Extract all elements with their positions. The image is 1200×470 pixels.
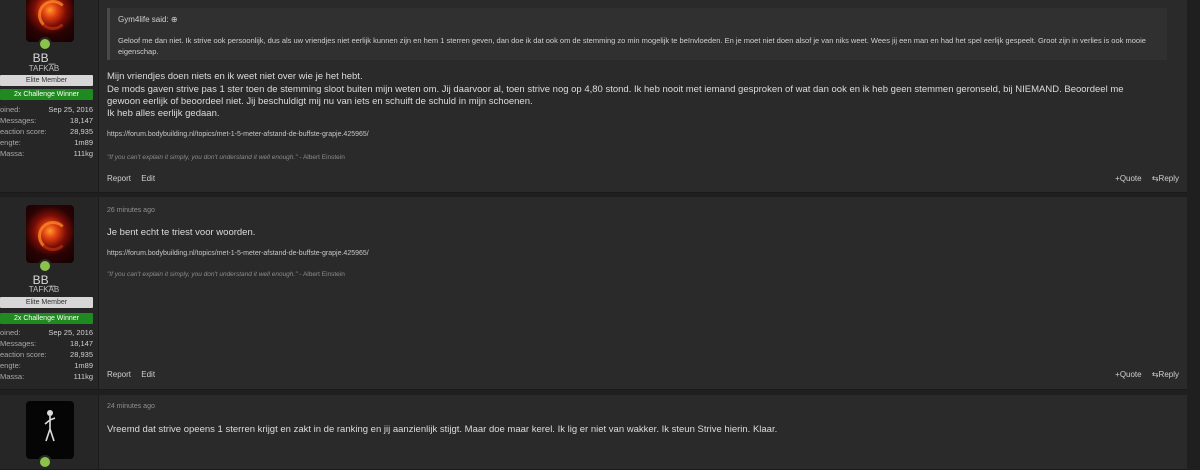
stat-value: 18,147 (70, 116, 93, 125)
username[interactable]: BB_ (0, 51, 88, 65)
elite-member-banner: Elite Member (0, 75, 93, 86)
post-actions-right: +Quote ⇆Reply (1107, 174, 1179, 183)
challenge-winner-banner: 2x Challenge Winner (0, 313, 93, 324)
message-line: Mijn vriendjes doen niets en ik weet nie… (107, 71, 363, 82)
quote-text: Geloof me dan niet. Ik strive ook persoo… (118, 36, 1146, 56)
stat-reaction-score: eaction score: 28,935 (0, 126, 93, 137)
stat-mass: Massa: 111kg (0, 371, 93, 382)
post-2: BB_ TAFKAB Elite Member 2x Challenge Win… (0, 197, 1187, 390)
avatar[interactable] (26, 401, 74, 459)
post-actions-left: Report Edit (107, 370, 163, 379)
stat-value: Sep 25, 2016 (48, 328, 93, 337)
post-body: 24 minutes ago Vreemd dat strive opeens … (99, 395, 1187, 469)
signature-author: - Albert Einstein (297, 154, 345, 161)
stat-value: Sep 25, 2016 (48, 105, 93, 114)
stat-value: 111kg (73, 372, 93, 381)
stat-messages: Messages: 18,147 (0, 115, 93, 126)
quote-button[interactable]: +Quote (1115, 174, 1141, 183)
signature-text: "If you can't explain it simply, you don… (107, 154, 298, 161)
post-3: 24 minutes ago Vreemd dat strive opeens … (0, 395, 1187, 470)
stat-messages: Messages: 18,147 (0, 338, 93, 349)
user-title: TAFKAB (28, 285, 60, 294)
stat-label: oined: (0, 105, 21, 114)
user-stats: oined: Sep 25, 2016 Messages: 18,147 eacti… (0, 327, 93, 382)
post-timestamp[interactable]: 26 minutes ago (107, 207, 155, 214)
stat-label: oined: (0, 328, 21, 337)
stat-label: Massa: (0, 372, 25, 381)
user-title: TAFKAB (28, 64, 60, 73)
stat-length: engte: 1m89 (0, 360, 93, 371)
post-timestamp[interactable]: 24 minutes ago (107, 403, 155, 410)
stat-label: Messages: (0, 116, 37, 125)
avatar[interactable] (26, 205, 74, 263)
stat-value: 18,147 (70, 339, 93, 348)
stat-value: 111kg (73, 149, 93, 158)
post-body: Gym4life said: ⊕ Geloof me dan niet. Ik … (99, 0, 1187, 192)
report-button[interactable]: Report (107, 174, 131, 183)
reply-button[interactable]: ⇆Reply (1152, 174, 1179, 183)
signature-link[interactable]: https://forum.bodybuilding.nl/topics/met… (107, 250, 369, 257)
post-body: 26 minutes ago Je bent echt te triest vo… (99, 197, 1187, 389)
user-stats: oined: Sep 25, 2016 Messages: 18,147 eacti… (0, 104, 93, 159)
stat-reaction-score: eaction score: 28,935 (0, 349, 93, 360)
elite-member-banner: Elite Member (0, 297, 93, 308)
edit-button[interactable]: Edit (141, 370, 155, 379)
message-line: gewoon eerlijk of beoordeel niet. Jij be… (107, 96, 533, 107)
stat-label: Massa: (0, 149, 25, 158)
stat-label: engte: (0, 361, 21, 370)
online-status-icon (38, 455, 52, 469)
stat-label: engte: (0, 138, 21, 147)
stat-value: 28,935 (70, 127, 93, 136)
signature-text: "If you can't explain it simply, you don… (107, 271, 298, 278)
quote-button[interactable]: +Quote (1115, 370, 1141, 379)
message-line: Ik heb alles eerlijk gedaan. (107, 108, 220, 119)
signature-link[interactable]: https://forum.bodybuilding.nl/topics/met… (107, 131, 369, 138)
stat-value: 1m89 (74, 361, 93, 370)
stat-label: Messages: (0, 339, 37, 348)
stat-joined: oined: Sep 25, 2016 (0, 104, 93, 115)
stat-label: eaction score: (0, 350, 47, 359)
quote-block: Gym4life said: ⊕ Geloof me dan niet. Ik … (107, 8, 1167, 60)
edit-button[interactable]: Edit (141, 174, 155, 183)
post-1: BB_ TAFKAB Elite Member 2x Challenge Win… (0, 0, 1187, 193)
stat-label: eaction score: (0, 127, 47, 136)
challenge-winner-banner: 2x Challenge Winner (0, 89, 93, 100)
post-actions-left: Report Edit (107, 174, 163, 183)
report-button[interactable]: Report (107, 370, 131, 379)
message-line: De mods gaven strive pas 1 ster toen de … (107, 84, 1124, 95)
user-sidebar: BB_ TAFKAB Elite Member 2x Challenge Win… (0, 197, 99, 389)
user-sidebar (0, 395, 99, 469)
message-line: Je bent echt te triest voor woorden. (107, 227, 256, 238)
figure-icon (44, 410, 56, 442)
signature-quote: "If you can't explain it simply, you don… (107, 154, 345, 161)
scrollbar[interactable] (1187, 0, 1200, 469)
stat-joined: oined: Sep 25, 2016 (0, 327, 93, 338)
avatar[interactable] (26, 0, 74, 42)
stat-length: engte: 1m89 (0, 137, 93, 148)
stat-value: 28,935 (70, 350, 93, 359)
signature-author: - Albert Einstein (297, 271, 345, 278)
online-status-icon (38, 259, 52, 273)
message-line: Vreemd dat strive opeens 1 sterren krijg… (107, 424, 778, 435)
reply-button[interactable]: ⇆Reply (1152, 370, 1179, 379)
post-actions-right: +Quote ⇆Reply (1107, 370, 1179, 379)
quote-author[interactable]: Gym4life said: ⊕ (118, 15, 178, 24)
stat-value: 1m89 (74, 138, 93, 147)
online-status-icon (38, 37, 52, 51)
signature-quote: "If you can't explain it simply, you don… (107, 271, 345, 278)
stat-mass: Massa: 111kg (0, 148, 93, 159)
user-sidebar: BB_ TAFKAB Elite Member 2x Challenge Win… (0, 0, 99, 192)
